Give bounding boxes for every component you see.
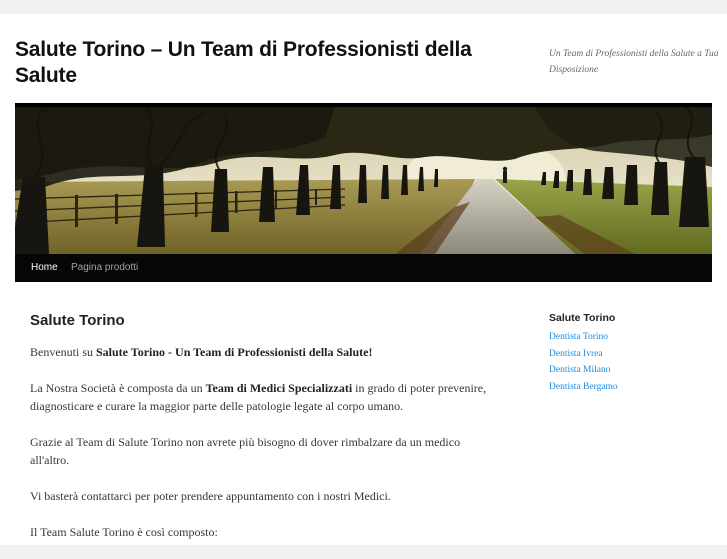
nav-item-home[interactable]: Home [31, 254, 58, 282]
society-paragraph: La Nostra Società è composta da un Team … [30, 381, 487, 413]
site-title[interactable]: Salute Torino – Un Team di Professionist… [15, 37, 535, 89]
composition-paragraph: Il Team Salute Torino è così composto: [30, 525, 218, 539]
list-item: Dentista Ivrea [549, 345, 719, 362]
main-content: Salute Torino Benvenuti su Salute Torino… [30, 309, 500, 559]
team-paragraph: Grazie al Team di Salute Torino non avre… [30, 435, 461, 467]
header-banner-image[interactable] [15, 107, 712, 254]
site-description: Un Team di Professionisti della Salute a… [549, 49, 719, 75]
list-item: Dentista Bergamo [549, 378, 719, 395]
link-dentista-torino[interactable]: Dentista Torino [549, 332, 608, 342]
link-dentista-ivrea[interactable]: Dentista Ivrea [549, 349, 603, 359]
link-dentista-bergamo[interactable]: Dentista Bergamo [549, 382, 618, 392]
page-wrapper: Salute Torino – Un Team di Professionist… [0, 14, 727, 545]
main-navigation: Home Pagina prodotti [15, 254, 712, 282]
nav-item-pagina-prodotti[interactable]: Pagina prodotti [71, 254, 138, 282]
tree-lined-avenue-image [15, 107, 712, 254]
link-dentista-milano[interactable]: Dentista Milano [549, 365, 610, 375]
widget-title: Salute Torino [549, 312, 616, 324]
list-item: Dentista Torino [549, 328, 719, 345]
widget-link-list: Dentista Torino Dentista Ivrea Dentista … [549, 328, 719, 394]
contact-paragraph: Vi basterà contattarci per poter prender… [30, 489, 391, 503]
list-item: Dentista Milano [549, 361, 719, 378]
sidebar: Salute Torino Dentista Torino Dentista I… [549, 311, 719, 394]
intro-paragraph: Benvenuti su Salute Torino - Un Team di … [30, 345, 373, 359]
post-title: Salute Torino [30, 312, 125, 329]
